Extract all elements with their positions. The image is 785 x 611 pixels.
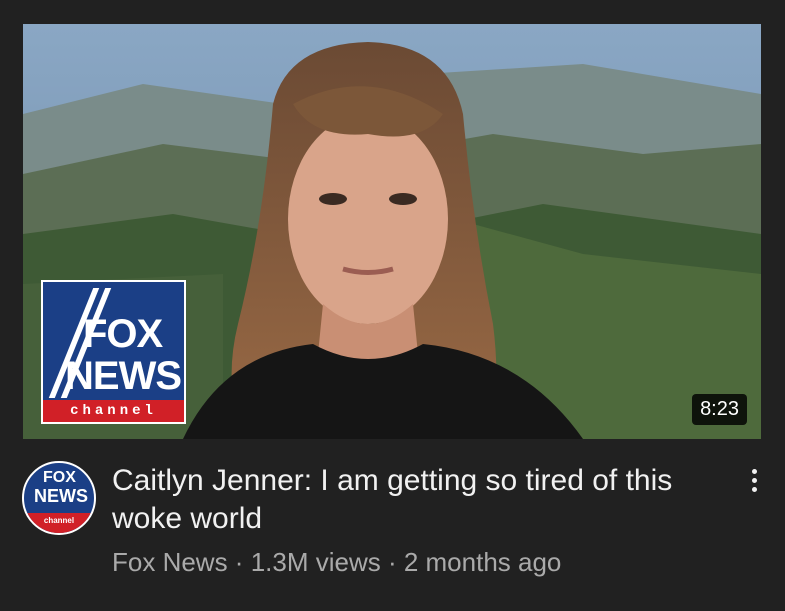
duration-badge: 8:23 <box>692 394 747 425</box>
view-count: 1.3M views <box>250 547 381 577</box>
avatar-text-news: NEWS <box>34 486 88 506</box>
logo-text-news: NEWS <box>65 354 182 398</box>
video-meta: Fox News · 1.3M views · 2 months ago <box>112 547 561 578</box>
video-title[interactable]: Caitlyn Jenner: I am getting so tired of… <box>112 462 712 538</box>
video-thumbnail[interactable]: FOX NEWS channel 8:23 <box>23 24 761 439</box>
channel-name[interactable]: Fox News <box>112 547 228 577</box>
video-card[interactable]: FOX NEWS channel 8:23 FOX NEWS channel C… <box>0 0 785 611</box>
logo-text-fox: FOX <box>83 312 163 356</box>
avatar-text-channel: channel <box>24 513 94 533</box>
meta-separator: · <box>380 547 404 577</box>
upload-age: 2 months ago <box>403 547 562 577</box>
channel-avatar[interactable]: FOX NEWS channel <box>22 461 96 535</box>
meta-separator: · <box>227 547 251 577</box>
fox-news-logo: FOX NEWS channel <box>41 280 186 424</box>
avatar-text-fox: FOX <box>43 469 76 486</box>
more-vertical-icon[interactable] <box>742 466 766 502</box>
logo-text-channel: channel <box>43 400 184 422</box>
